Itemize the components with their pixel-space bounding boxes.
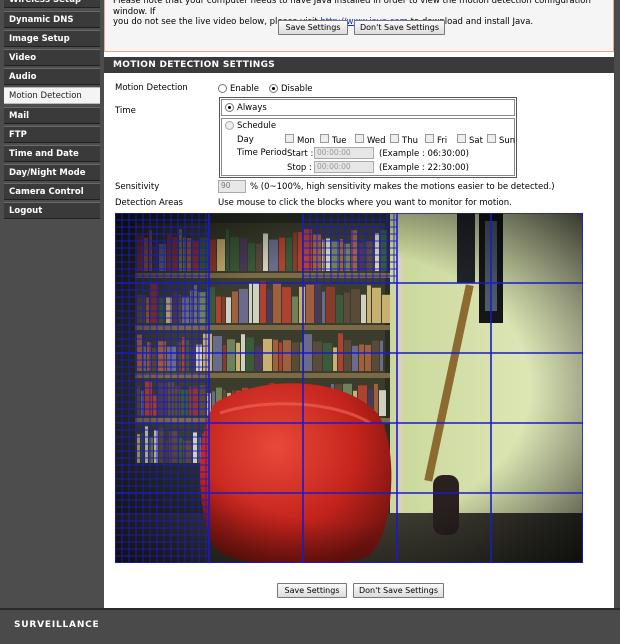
dont-save-settings-button-top[interactable]: Don't Save Settings bbox=[354, 20, 445, 35]
day-label-fri: Fri bbox=[437, 136, 448, 146]
stop-time-input[interactable]: 00:00:00 bbox=[314, 161, 374, 173]
sidebar-item-video[interactable]: Video bbox=[4, 49, 100, 66]
enable-label: Enable bbox=[230, 84, 259, 94]
motion-detection-label: Motion Detection bbox=[115, 83, 188, 93]
day-checkbox-thu[interactable] bbox=[390, 134, 399, 143]
day-label-sun: Sun bbox=[499, 136, 516, 146]
live-video-detection-grid[interactable] bbox=[115, 213, 583, 563]
stop-example: (Example : 22:30:00) bbox=[379, 163, 469, 173]
right-edge bbox=[614, 0, 620, 608]
time-label: Time bbox=[115, 106, 136, 116]
day-checkbox-sun[interactable] bbox=[487, 134, 496, 143]
java-notice: Please note that your computer needs to … bbox=[104, 0, 614, 52]
schedule-radio[interactable] bbox=[225, 121, 234, 130]
day-checkbox-mon[interactable] bbox=[285, 134, 294, 143]
java-notice-line1: Please note that your computer needs to … bbox=[113, 0, 591, 17]
sidebar-item-mail[interactable]: Mail bbox=[4, 107, 100, 124]
save-settings-button-top[interactable]: Save Settings bbox=[278, 20, 348, 35]
sidebar-item-time-and-date[interactable]: Time and Date bbox=[4, 145, 100, 162]
detection-areas-label: Detection Areas bbox=[115, 198, 183, 208]
day-checkbox-sat[interactable] bbox=[457, 134, 466, 143]
day-label-wed: Wed bbox=[367, 136, 386, 146]
day-checkbox-fri[interactable] bbox=[425, 134, 434, 143]
schedule-label: Schedule bbox=[237, 121, 277, 131]
sensitivity-label: Sensitivity bbox=[115, 182, 160, 192]
sidebar-item-image-setup[interactable]: Image Setup bbox=[4, 30, 100, 47]
day-checkbox-tue[interactable] bbox=[320, 134, 329, 143]
sidebar-item-logout[interactable]: Logout bbox=[4, 202, 100, 219]
sidebar-item-day-night-mode[interactable]: Day/Night Mode bbox=[4, 164, 100, 181]
sidebar-item-ftp[interactable]: FTP bbox=[4, 126, 100, 143]
start-time-input[interactable]: 00:00:00 bbox=[314, 147, 374, 159]
sidebar-item-motion-detection[interactable]: Motion Detection bbox=[4, 87, 100, 104]
start-example: (Example : 06:30:00) bbox=[379, 149, 469, 159]
save-settings-button-bottom[interactable]: Save Settings bbox=[277, 583, 347, 598]
sensitivity-input[interactable]: 90 bbox=[218, 180, 246, 193]
camera-feed bbox=[115, 213, 583, 563]
enable-radio[interactable] bbox=[218, 84, 227, 93]
sensitivity-hint: % (0~100%, high sensitivity makes the mo… bbox=[250, 182, 555, 192]
sidebar-item-dynamic-dns[interactable]: Dynamic DNS bbox=[4, 11, 100, 28]
dont-save-settings-button-bottom[interactable]: Don't Save Settings bbox=[353, 583, 444, 598]
day-label-sat: Sat bbox=[469, 136, 483, 146]
day-checkbox-wed[interactable] bbox=[355, 134, 364, 143]
sidebar-item-audio[interactable]: Audio bbox=[4, 68, 100, 85]
start-label: Start : bbox=[287, 149, 314, 159]
detection-areas-hint: Use mouse to click the blocks where you … bbox=[218, 198, 512, 208]
stop-label: Stop : bbox=[287, 163, 312, 173]
always-label: Always bbox=[237, 103, 267, 113]
day-label-mon: Mon bbox=[297, 136, 315, 146]
brand-logo: SURVEILLANCE bbox=[14, 620, 100, 630]
day-label-tue: Tue bbox=[332, 136, 347, 146]
day-label-thu: Thu bbox=[402, 136, 418, 146]
disable-radio[interactable] bbox=[269, 84, 278, 93]
day-label: Day bbox=[237, 135, 254, 145]
section-title: MOTION DETECTION SETTINGS bbox=[104, 57, 614, 73]
sidebar-item-camera-control[interactable]: Camera Control bbox=[4, 183, 100, 200]
always-radio[interactable] bbox=[225, 103, 234, 112]
time-period-label: Time Period bbox=[237, 148, 288, 158]
main-panel: Please note that your computer needs to … bbox=[104, 0, 614, 608]
sidebar-item-wireless-setup[interactable]: Wireless Setup bbox=[4, 0, 100, 8]
sidebar-nav: Wireless Setup Dynamic DNS Image Setup Vide… bbox=[0, 0, 104, 608]
footer: SURVEILLANCE bbox=[0, 608, 620, 644]
disable-label: Disable bbox=[281, 84, 313, 94]
